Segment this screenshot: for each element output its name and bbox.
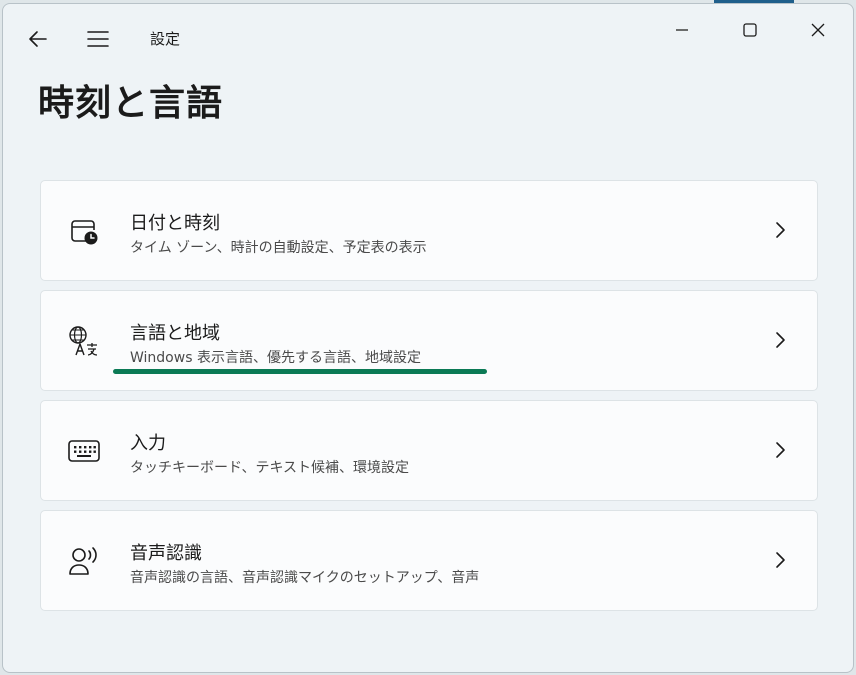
minimize-icon xyxy=(676,29,688,31)
card-subtitle: Windows 表示言語、優先する言語、地域設定 xyxy=(130,350,421,366)
highlight-underline xyxy=(113,369,487,374)
hamburger-menu-icon xyxy=(87,31,109,47)
card-title: 日付と時刻 xyxy=(130,213,220,234)
keyboard-icon xyxy=(66,433,102,469)
card-title: 音声認識 xyxy=(130,543,202,564)
settings-card-date-time[interactable]: 日付と時刻 タイム ゾーン、時計の自動設定、予定表の表示 xyxy=(40,180,818,281)
back-arrow-icon xyxy=(29,31,47,47)
page-title: 時刻と言語 xyxy=(38,83,224,124)
app-title: 設定 xyxy=(150,30,181,48)
speech-icon xyxy=(66,543,102,579)
minimize-button[interactable] xyxy=(657,10,707,50)
card-title: 入力 xyxy=(130,433,166,454)
close-button[interactable] xyxy=(793,10,843,50)
settings-card-language-region[interactable]: 言語と地域 Windows 表示言語、優先する言語、地域設定 xyxy=(40,290,818,391)
calendar-clock-icon xyxy=(66,213,102,249)
maximize-button[interactable] xyxy=(725,10,775,50)
card-subtitle: タッチキーボード、テキスト候補、環境設定 xyxy=(130,460,410,476)
card-subtitle: 音声認識の言語、音声認識マイクのセットアップ、音声 xyxy=(130,570,480,586)
settings-window: 設定 時刻と言語 日付と時刻 タイム ゾーン、時計の自動設定、予定表の表示 言語… xyxy=(2,3,854,673)
close-icon xyxy=(811,23,825,37)
language-region-icon xyxy=(66,323,102,359)
chevron-right-icon xyxy=(769,549,791,571)
back-button[interactable] xyxy=(23,24,53,54)
chevron-right-icon xyxy=(769,439,791,461)
settings-card-speech[interactable]: 音声認識 音声認識の言語、音声認識マイクのセットアップ、音声 xyxy=(40,510,818,611)
navigation-menu-button[interactable] xyxy=(83,24,113,54)
chevron-right-icon xyxy=(769,329,791,351)
card-title: 言語と地域 xyxy=(130,323,220,344)
settings-card-input[interactable]: 入力 タッチキーボード、テキスト候補、環境設定 xyxy=(40,400,818,501)
card-subtitle: タイム ゾーン、時計の自動設定、予定表の表示 xyxy=(130,240,427,256)
chevron-right-icon xyxy=(769,219,791,241)
title-bar: 設定 xyxy=(3,4,853,62)
maximize-icon xyxy=(743,23,757,37)
